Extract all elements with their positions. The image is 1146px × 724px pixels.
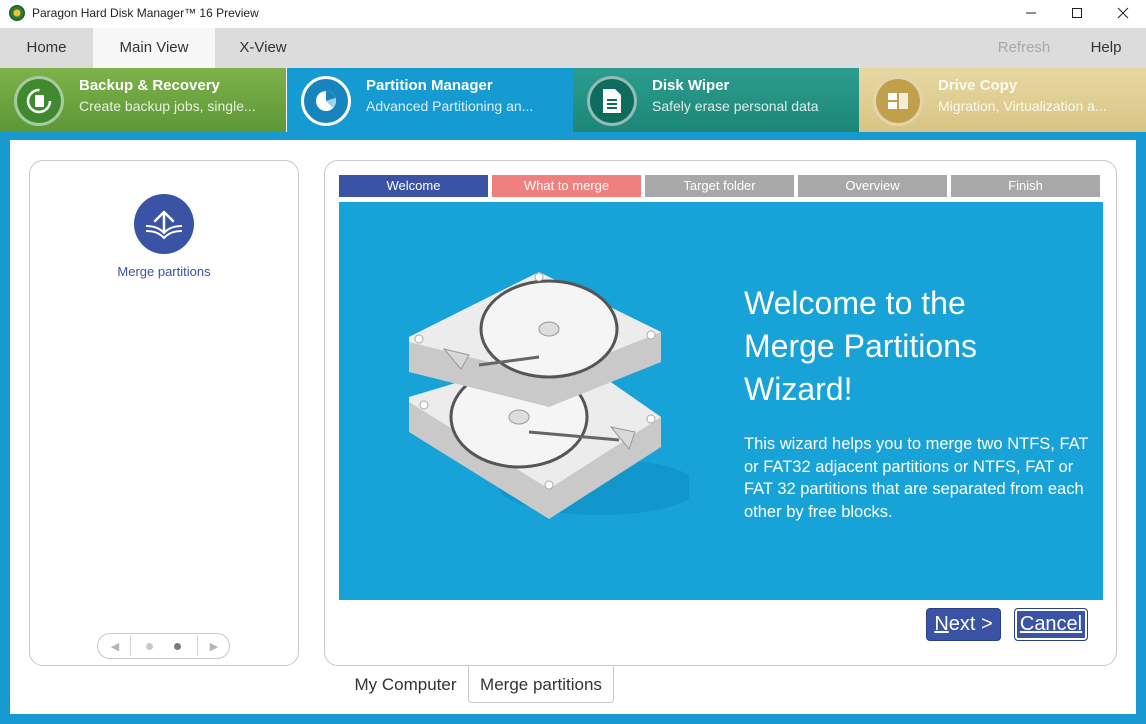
main-area: Merge partitions ◀ ▶ Welcome What to mer… [0,132,1146,724]
pager-divider [130,636,131,656]
pager-prev-button[interactable]: ◀ [100,634,130,658]
module-name: Disk Wiper [652,77,730,94]
pager-next-button[interactable]: ▶ [199,634,229,658]
module-description: Safely erase personal data [652,98,819,114]
title-bar: Paragon Hard Disk Manager™ 16 Preview [0,0,1146,26]
refresh-button[interactable]: Refresh [985,28,1063,68]
wizard-title: Welcome to the Merge Partitions Wizard! [744,282,1084,411]
minimize-button[interactable] [1008,0,1054,26]
tab-x-view[interactable]: X-View [215,28,311,68]
next-mnemonic: N [934,613,949,635]
pager: ◀ ▶ [97,633,230,659]
tab-my-computer[interactable]: My Computer [343,666,468,703]
tab-home[interactable]: Home [0,28,93,68]
wizard-description: This wizard helps you to merge two NTFS,… [744,435,1089,521]
help-button[interactable]: Help [1075,28,1137,68]
backup-icon [14,76,64,126]
step-target-folder: Target folder [645,175,794,197]
module-description: Migration, Virtualization a... [938,98,1107,114]
app-logo-icon [9,5,25,21]
cancel-mnemonic: C [1019,613,1035,635]
wizard-title-line: Merge Partitions [744,328,977,364]
document-icon [587,76,637,126]
hard-disks-illustration [409,272,689,519]
ribbon-bar: Home Main View X-View Refresh Help [0,28,1146,68]
chevron-right-icon: ▶ [209,640,219,653]
module-description: Create backup jobs, single... [79,98,256,114]
cancel-label: ancel [1034,613,1083,635]
close-icon [1117,7,1129,19]
pager-dot[interactable] [146,643,153,650]
pager-dot-active[interactable] [174,643,181,650]
module-backup-recovery[interactable]: Backup & Recovery Create backup jobs, si… [0,68,286,132]
module-name: Drive Copy [938,77,1018,94]
module-partition-manager[interactable]: Partition Manager Advanced Partitioning … [287,68,573,132]
module-description: Advanced Partitioning an... [366,98,534,114]
wizard-title-line: Wizard! [744,371,853,407]
tab-merge-partitions[interactable]: Merge partitions [468,666,614,703]
step-overview: Overview [798,175,947,197]
pie-chart-icon [301,76,351,126]
cancel-button[interactable]: Cancel [1014,608,1088,641]
module-disk-wiper[interactable]: Disk Wiper Safely erase personal data [573,68,859,132]
step-finish: Finish [951,175,1100,197]
step-what-to-merge: What to merge [492,175,641,197]
maximize-icon [1072,8,1082,18]
module-name: Partition Manager [366,77,493,94]
pager-divider [197,636,198,656]
tab-main-view[interactable]: Main View [93,28,215,68]
step-welcome: Welcome [339,175,488,197]
next-button[interactable]: Next > [926,608,1001,641]
wizard-steps: Welcome What to merge Target folder Over… [339,175,1101,197]
operations-panel: Merge partitions ◀ ▶ [29,160,299,666]
next-label: ext > [948,613,993,635]
window-controls [1008,0,1146,26]
module-name: Backup & Recovery [79,77,220,94]
window-title: Paragon Hard Disk Manager™ 16 Preview [32,6,259,20]
operation-label[interactable]: Merge partitions [30,264,298,279]
wizard-welcome-banner: Welcome to the Merge Partitions Wizard! … [339,202,1103,600]
content-canvas: Merge partitions ◀ ▶ Welcome What to mer… [10,140,1136,714]
module-strip: Backup & Recovery Create backup jobs, si… [0,68,1146,132]
wizard-panel: Welcome What to merge Target folder Over… [324,160,1117,666]
merge-icon[interactable] [134,194,194,254]
maximize-button[interactable] [1054,0,1100,26]
minimize-icon [1026,12,1036,14]
drive-copy-icon [873,76,923,126]
module-drive-copy[interactable]: Drive Copy Migration, Virtualization a..… [859,68,1146,132]
close-button[interactable] [1100,0,1146,26]
wizard-title-line: Welcome to the [744,285,966,321]
chevron-left-icon: ◀ [110,640,120,653]
